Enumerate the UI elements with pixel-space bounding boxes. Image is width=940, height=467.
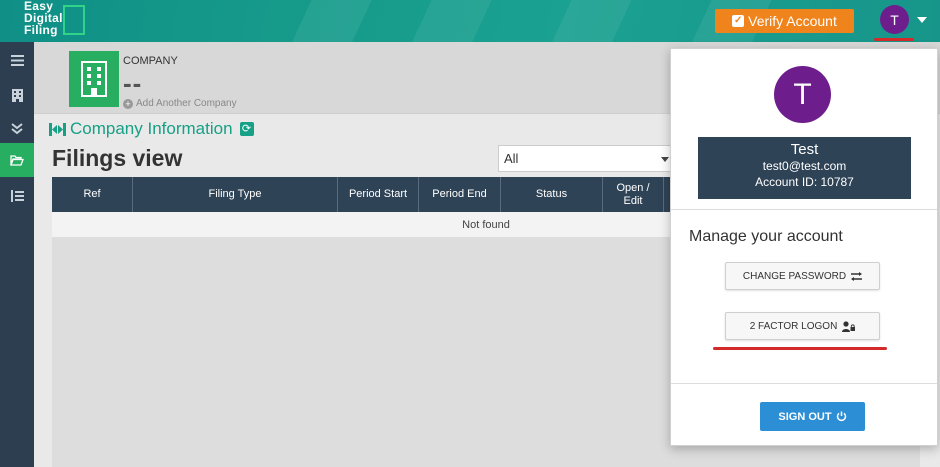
two-factor-logon-button[interactable]: 2 FACTOR LOGON [725,312,880,340]
column-header-filing-type[interactable]: Filing Type [133,177,338,212]
account-avatar: T [774,66,831,123]
app-logo[interactable]: Easy Digital Filing [24,0,88,40]
change-password-label: CHANGE PASSWORD [742,270,847,282]
menu-icon[interactable] [0,44,34,77]
verify-account-button[interactable]: ✓ Verify Account [715,9,854,33]
two-factor-label: 2 FACTOR LOGON [749,320,838,332]
arrows-horizontal-icon [49,122,66,136]
power-icon [836,411,846,422]
verify-account-label: Verify Account [748,13,837,29]
logo-text: Easy Digital Filing [24,0,63,37]
refresh-icon[interactable]: ⟳ [239,122,254,136]
user-email: test0@test.com [762,159,847,173]
exchange-icon [851,271,863,281]
add-company-label: Add Another Company [136,98,237,109]
logo-mark [63,5,85,35]
user-name: Test [790,141,819,158]
section-title-text: Company Information [70,119,233,138]
user-info-card: Test test0@test.com Account ID: 10787 [698,137,911,199]
column-header-ref[interactable]: Ref [52,177,133,212]
column-header-open-edit[interactable]: Open / Edit [603,177,664,212]
empty-message: Not found [462,218,510,231]
caret-down-icon [661,157,669,162]
caret-down-icon[interactable] [917,17,927,23]
account-avatar-initial: T [793,77,812,111]
check-square-icon: ✓ [732,15,745,27]
company-building-icon [69,51,119,107]
change-password-button[interactable]: CHANGE PASSWORD [725,262,880,290]
folder-open-icon[interactable] [0,143,34,177]
page-title: Filings view [52,145,183,171]
decorative-stripe [283,0,377,42]
divider [671,383,937,384]
sidebar [0,42,34,467]
sign-out-label: SIGN OUT [778,410,832,423]
decorative-stripe [403,0,497,42]
avatar-initial: T [890,11,899,28]
plus-circle-icon: + [123,98,133,109]
user-avatar-button[interactable]: T [880,5,909,34]
list-icon[interactable] [0,179,34,212]
two-factor-highlight [713,347,887,350]
building-icon[interactable] [0,79,34,112]
top-bar: Easy Digital Filing ✓ Verify Account T [0,0,940,42]
filings-filter-select[interactable]: All [498,145,676,172]
column-header-status[interactable]: Status [501,177,603,212]
avatar-highlight [874,38,914,41]
section-title: Company Information ⟳ [49,119,254,139]
double-chevron-down-icon[interactable] [0,112,34,145]
divider [671,209,937,210]
account-dropdown: T Test test0@test.com Account ID: 10787 … [670,48,938,446]
manage-account-title: Manage your account [689,228,843,245]
add-company-link[interactable]: + Add Another Company [123,98,237,109]
user-lock-icon [842,320,856,332]
column-header-period-start[interactable]: Period Start [338,177,419,212]
company-label: COMPANY [123,55,178,67]
account-id: Account ID: 10787 [755,175,854,189]
sign-out-button[interactable]: SIGN OUT [760,402,865,431]
column-header-period-end[interactable]: Period End [419,177,501,212]
company-name: -- [123,68,143,98]
filter-selected-value: All [504,151,519,166]
decorative-stripe [543,0,637,42]
